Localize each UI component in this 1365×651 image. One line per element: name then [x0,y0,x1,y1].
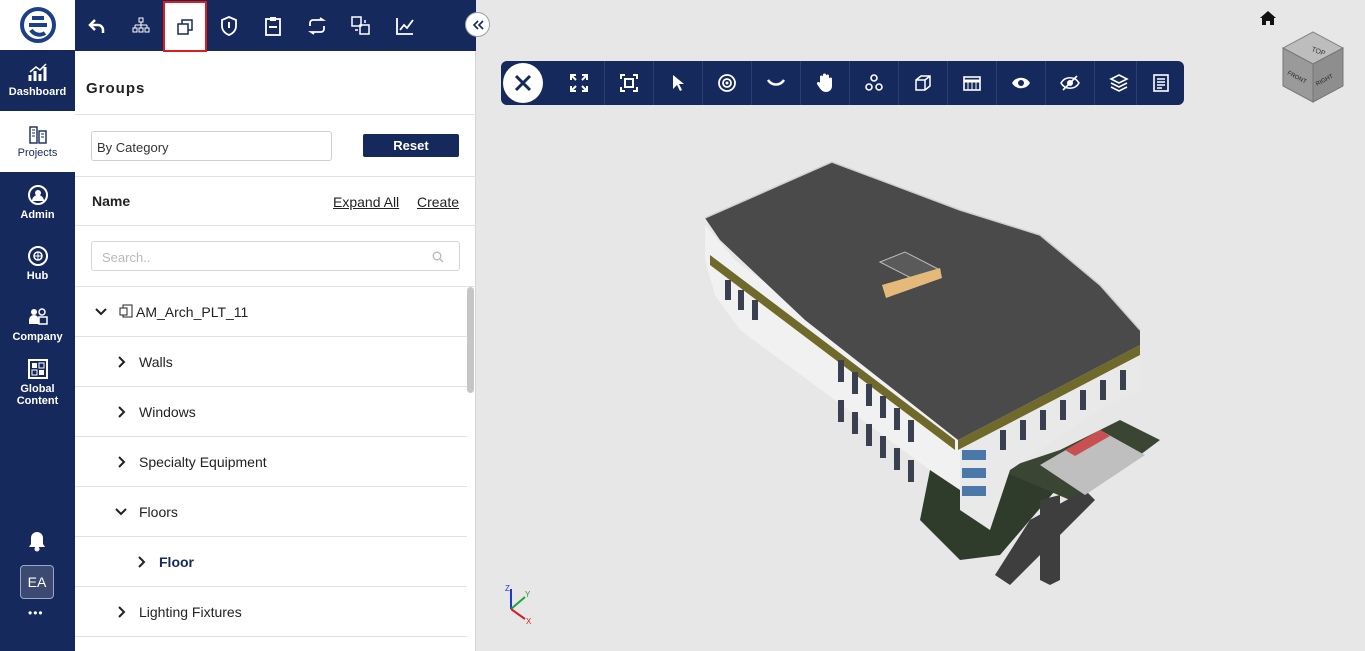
divider [75,176,476,177]
tree-item-label: Lighting Fixtures [139,603,242,620]
double-chevron-left-icon [472,19,484,30]
axis-z-label: Z [505,584,510,593]
global-content-icon [27,358,48,379]
collapse-panel-button[interactable] [465,12,490,37]
panel-toolbar [75,0,476,52]
divider [75,225,476,226]
nav-company[interactable]: Company [0,294,75,355]
nav-label: Projects [17,147,58,159]
markup-chart-icon [396,17,414,35]
divider [75,114,476,115]
panel-title: Groups [86,80,146,97]
tree-item-floors[interactable]: Floors [75,487,467,537]
tree-item-walls[interactable]: Walls [75,337,467,387]
tree-item-label: AM_Arch_PLT_11 [136,303,249,320]
nav-label: Global Content [16,382,59,407]
nav-admin[interactable]: Admin [0,172,75,233]
building-3d-model[interactable] [476,0,1365,651]
buildings-icon [28,126,47,144]
nav-hub[interactable]: Hub [0,233,75,294]
sync-icon [308,16,326,35]
nav-label: Dashboard [8,86,67,98]
chevron-right-icon[interactable] [136,556,148,568]
model-viewer[interactable]: TOP FRONT RIGHT Z Y X [476,0,1365,651]
tree-item-windows[interactable]: Windows [75,387,467,437]
main-nav: Dashboard Projects Admin Hub Company Glo… [0,0,75,651]
tree-item-floor[interactable]: Floor [75,537,467,587]
chevron-right-icon[interactable] [116,406,128,418]
nav-label: Hub [26,270,49,282]
tree-item-lighting-fixtures[interactable]: Lighting Fixtures [75,587,467,637]
tree-item-label: Floor [159,553,194,570]
search-icon[interactable] [432,251,444,263]
bell-icon[interactable] [27,530,47,557]
nav-projects[interactable]: Projects [0,111,75,172]
nav-dashboard[interactable]: Dashboard [0,50,75,111]
company-people-icon [28,308,48,325]
shield-button[interactable] [207,0,251,51]
hierarchy-icon [132,17,150,32]
compare-icon [351,15,370,35]
groups-panel: Groups By Category Reset Name Expand All… [75,0,476,651]
dashboard-chart-icon [28,63,47,81]
more-menu-icon[interactable]: ••• [28,606,44,620]
tree-item-label: Windows [139,403,196,420]
sync-button[interactable] [295,0,339,51]
groups-icon [177,18,193,35]
search-input[interactable]: Search.. [91,241,460,271]
axis-x-label: X [526,617,532,625]
nav-label: Company [12,331,63,343]
hierarchy-button[interactable] [119,0,163,51]
app-logo[interactable] [0,0,75,50]
chevron-down-icon[interactable] [95,306,107,318]
nav-global-content[interactable]: Global Content [0,355,75,409]
reset-button[interactable]: Reset [363,134,459,157]
chevron-right-icon[interactable] [116,606,128,618]
group-by-select[interactable]: By Category [91,131,332,161]
admin-user-icon [27,185,48,205]
shield-icon [221,15,237,36]
tree-item-label: Specialty Equipment [139,453,267,470]
groups-button[interactable] [163,1,207,52]
model-file-icon [119,304,133,318]
axes-gizmo: Z Y X [505,584,532,625]
name-column-header: Name [92,193,131,209]
expand-all-link[interactable]: Expand All [333,194,399,210]
app-window: Dashboard Projects Admin Hub Company Glo… [0,0,1365,651]
rfi-button[interactable] [251,0,295,51]
create-link[interactable]: Create [417,194,459,210]
clipboard-rfi-icon [265,16,281,36]
tree-item-label: Walls [139,353,173,370]
chevron-right-icon[interactable] [116,456,128,468]
back-button[interactable] [75,0,119,51]
axis-y-label: Y [525,590,531,599]
panel-scrollbar[interactable] [467,287,474,393]
hub-globe-icon [27,246,48,266]
compare-button[interactable] [339,0,383,51]
nav-label: Admin [20,209,55,221]
tree-item-label: Floors [139,503,178,520]
markup-button[interactable] [383,0,427,51]
tree-item-specialty-equipment[interactable]: Specialty Equipment [75,437,467,487]
avatar[interactable]: EA [20,565,54,599]
chevron-down-icon[interactable] [115,506,127,518]
back-arrow-icon [88,18,105,33]
tree-item-model[interactable]: AM_Arch_PLT_11 [75,287,467,337]
chevron-right-icon[interactable] [116,356,128,368]
